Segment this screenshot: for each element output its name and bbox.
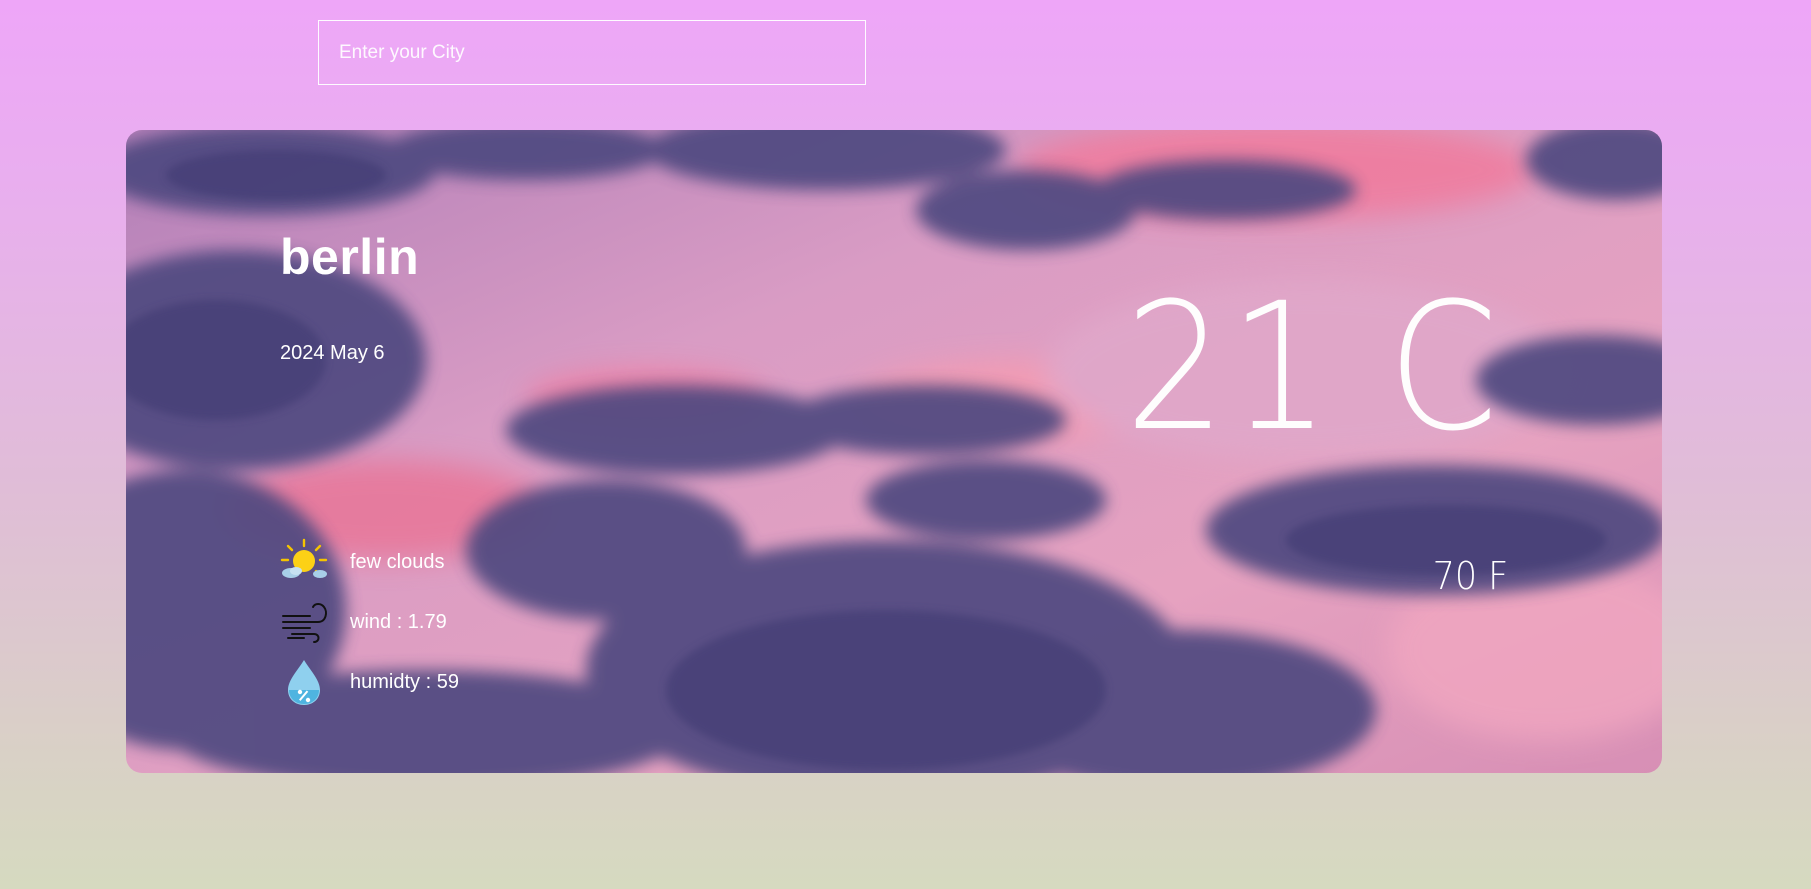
- weather-date: 2024 May 6: [280, 342, 385, 364]
- wind-row: wind : 1.79: [280, 592, 459, 652]
- city-name: berlin: [280, 229, 420, 285]
- weather-card: berlin 2024 May 6 21 C 70 F few clouds w…: [126, 130, 1662, 773]
- humidity-label: humidty : 59: [350, 670, 459, 693]
- weather-details: few clouds wind : 1.79 humidty: 59: [280, 532, 459, 712]
- sun-behind-cloud-icon: [280, 538, 328, 578]
- temperature-fahrenheit: 70 F: [1432, 554, 1508, 598]
- humidity-row: humidty : 59: [280, 652, 459, 712]
- temperature-celsius: 21 C: [1125, 265, 1502, 470]
- condition-label: few clouds: [350, 550, 445, 573]
- humidity-drop-icon: [288, 660, 320, 705]
- wind-label: wind : 1.79: [350, 610, 447, 633]
- city-search-input[interactable]: [318, 20, 866, 85]
- condition-row: few clouds: [280, 532, 459, 592]
- wind-icon: [282, 603, 327, 643]
